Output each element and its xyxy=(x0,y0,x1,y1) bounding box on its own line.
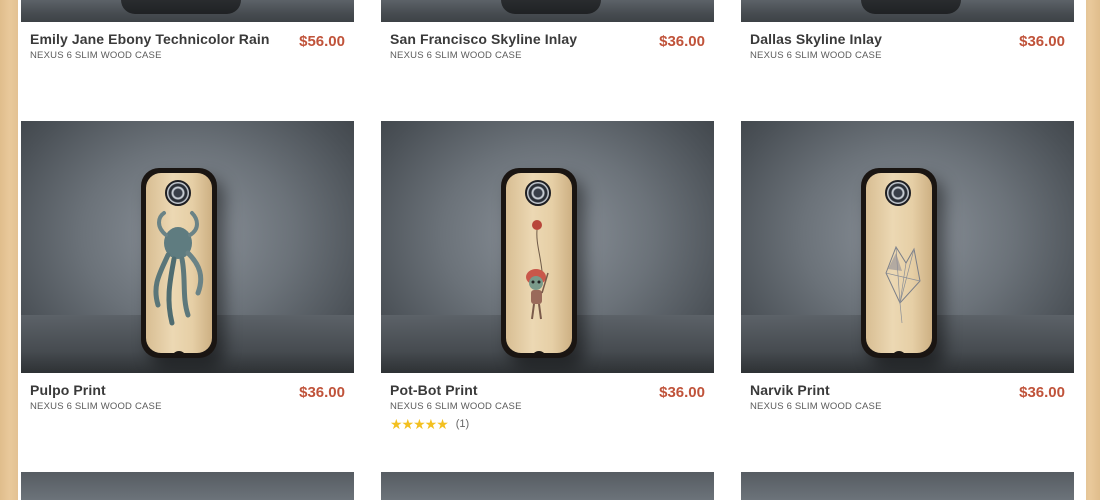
product-card[interactable] xyxy=(21,472,354,500)
product-price: $36.00 xyxy=(1019,33,1065,50)
star-icon: ★★★★★ xyxy=(390,415,449,432)
product-card[interactable] xyxy=(381,472,714,500)
product-image[interactable] xyxy=(381,472,714,500)
phone-case-image xyxy=(501,168,577,358)
review-count[interactable]: (1) xyxy=(456,418,469,430)
product-card[interactable]: Dallas Skyline Inlay $36.00 NEXUS 6 SLIM… xyxy=(741,0,1074,80)
product-card[interactable]: Pulpo Print $36.00 NEXUS 6 SLIM WOOD CAS… xyxy=(21,121,354,441)
product-subtitle: NEXUS 6 SLIM WOOD CASE xyxy=(390,401,522,412)
phone-case-image xyxy=(141,168,217,358)
product-image[interactable] xyxy=(21,121,354,373)
product-card[interactable]: Pot-Bot Print $36.00 NEXUS 6 SLIM WOOD C… xyxy=(381,121,714,441)
product-name[interactable]: San Francisco Skyline Inlay xyxy=(390,31,577,47)
product-subtitle: NEXUS 6 SLIM WOOD CASE xyxy=(390,50,522,61)
phone-case-image xyxy=(861,168,937,358)
product-name[interactable]: Dallas Skyline Inlay xyxy=(750,31,882,47)
product-name[interactable]: Pot-Bot Print xyxy=(390,382,478,398)
product-image[interactable] xyxy=(381,0,714,22)
product-name[interactable]: Narvik Print xyxy=(750,382,830,398)
product-price: $36.00 xyxy=(299,384,345,401)
camera-lens-icon xyxy=(165,180,191,206)
product-image[interactable] xyxy=(741,121,1074,373)
product-price: $56.00 xyxy=(299,33,345,50)
product-image[interactable] xyxy=(21,0,354,22)
product-subtitle: NEXUS 6 SLIM WOOD CASE xyxy=(750,50,882,61)
camera-lens-icon xyxy=(525,180,551,206)
product-rating[interactable]: ★★★★★ (1) xyxy=(390,415,469,432)
product-name[interactable]: Emily Jane Ebony Technicolor Rain xyxy=(30,31,270,47)
product-price: $36.00 xyxy=(659,384,705,401)
product-image[interactable] xyxy=(741,0,1074,22)
product-image[interactable] xyxy=(741,472,1074,500)
product-price: $36.00 xyxy=(659,33,705,50)
camera-lens-icon xyxy=(885,180,911,206)
product-card[interactable] xyxy=(741,472,1074,500)
product-subtitle: NEXUS 6 SLIM WOOD CASE xyxy=(30,401,162,412)
product-subtitle: NEXUS 6 SLIM WOOD CASE xyxy=(30,50,162,61)
product-card[interactable]: Narvik Print $36.00 NEXUS 6 SLIM WOOD CA… xyxy=(741,121,1074,441)
product-card[interactable]: San Francisco Skyline Inlay $36.00 NEXUS… xyxy=(381,0,714,80)
product-grid: Emily Jane Ebony Technicolor Rain $56.00… xyxy=(18,0,1086,500)
product-image[interactable] xyxy=(381,121,714,373)
product-price: $36.00 xyxy=(1019,384,1065,401)
product-card[interactable]: Emily Jane Ebony Technicolor Rain $56.00… xyxy=(21,0,354,80)
product-subtitle: NEXUS 6 SLIM WOOD CASE xyxy=(750,401,882,412)
product-name[interactable]: Pulpo Print xyxy=(30,382,106,398)
product-image[interactable] xyxy=(21,472,354,500)
